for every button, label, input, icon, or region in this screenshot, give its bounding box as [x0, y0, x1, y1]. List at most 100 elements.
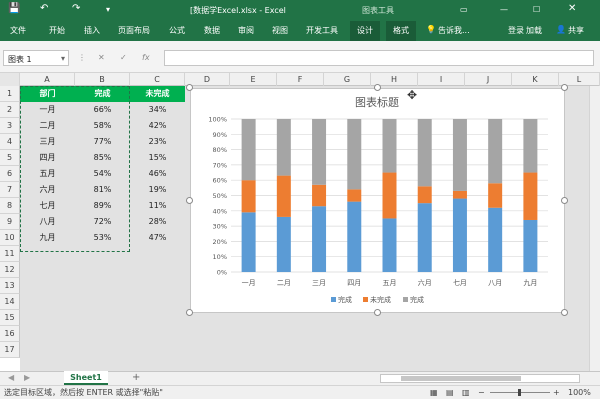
- row-header[interactable]: 10: [0, 230, 20, 246]
- tab-insert[interactable]: 插入: [84, 25, 100, 36]
- row-header[interactable]: 12: [0, 262, 20, 278]
- resize-handle[interactable]: [374, 84, 381, 91]
- column-header[interactable]: A: [20, 73, 75, 86]
- row-header[interactable]: 4: [0, 134, 20, 150]
- zoom-slider-thumb[interactable]: [518, 389, 521, 396]
- bar-segment: [347, 119, 362, 190]
- table-cell[interactable]: 34%: [130, 102, 185, 118]
- table-cell[interactable]: 47%: [130, 230, 185, 246]
- zoom-out-icon[interactable]: −: [478, 386, 485, 399]
- row-header[interactable]: 1: [0, 86, 20, 102]
- add-sheet-button[interactable]: +: [132, 372, 140, 383]
- horizontal-scrollbar[interactable]: [380, 374, 580, 383]
- tab-file[interactable]: 文件: [10, 25, 26, 36]
- bar-segment: [276, 175, 291, 217]
- resize-handle[interactable]: [561, 84, 568, 91]
- table-header-cell[interactable]: 未完成: [130, 86, 185, 102]
- normal-view-icon[interactable]: ▦: [430, 386, 438, 399]
- table-cell[interactable]: 19%: [130, 182, 185, 198]
- column-header[interactable]: E: [230, 73, 277, 86]
- select-all-corner[interactable]: [0, 73, 20, 86]
- vertical-scrollbar[interactable]: [589, 86, 600, 371]
- resize-handle[interactable]: [186, 197, 193, 204]
- tab-formulas[interactable]: 公式: [169, 25, 185, 36]
- table-cell[interactable]: 28%: [130, 214, 185, 230]
- row-header[interactable]: 5: [0, 150, 20, 166]
- tell-me-box[interactable]: 告诉我...: [438, 25, 470, 36]
- enter-icon[interactable]: ✓: [120, 53, 127, 62]
- table-cell[interactable]: 46%: [130, 166, 185, 182]
- formula-input[interactable]: [164, 50, 594, 66]
- column-header[interactable]: G: [324, 73, 371, 86]
- page-layout-view-icon[interactable]: ▤: [446, 386, 454, 399]
- row-header[interactable]: 9: [0, 214, 20, 230]
- row-header[interactable]: 7: [0, 182, 20, 198]
- column-header[interactable]: I: [418, 73, 465, 86]
- column-header[interactable]: B: [75, 73, 130, 86]
- tab-developer[interactable]: 开发工具: [306, 25, 338, 36]
- zoom-level[interactable]: 100%: [568, 386, 591, 399]
- close-icon[interactable]: ✕: [568, 3, 576, 14]
- maximize-icon[interactable]: ☐: [533, 5, 540, 14]
- table-cell[interactable]: 42%: [130, 118, 185, 134]
- redo-icon[interactable]: ↷: [72, 3, 80, 14]
- y-tick-label: 40%: [213, 207, 227, 215]
- scroll-left-icon[interactable]: ◀: [8, 373, 14, 382]
- row-header[interactable]: 3: [0, 118, 20, 134]
- table-cell[interactable]: 23%: [130, 134, 185, 150]
- undo-icon[interactable]: ↶: [40, 3, 48, 14]
- signin-link[interactable]: 登录: [508, 25, 524, 36]
- row-header[interactable]: 6: [0, 166, 20, 182]
- column-header[interactable]: J: [465, 73, 512, 86]
- tab-view[interactable]: 视图: [272, 25, 288, 36]
- table-cell[interactable]: 15%: [130, 150, 185, 166]
- scroll-right-icon[interactable]: ▶: [24, 373, 30, 382]
- addin-label[interactable]: 加载: [526, 25, 542, 36]
- cancel-icon[interactable]: ✕: [98, 53, 105, 62]
- column-header[interactable]: F: [277, 73, 324, 86]
- move-cursor-icon: ✥: [407, 88, 418, 102]
- row-header[interactable]: 8: [0, 198, 20, 214]
- ribbon-display-icon[interactable]: ▭: [460, 5, 468, 14]
- column-header[interactable]: K: [512, 73, 559, 86]
- resize-handle[interactable]: [186, 309, 193, 316]
- window-title: [数据学Excel.xlsx - Excel: [190, 6, 286, 15]
- sheet-tab-sheet1[interactable]: Sheet1: [64, 371, 108, 385]
- row-header[interactable]: 2: [0, 102, 20, 118]
- zoom-in-icon[interactable]: +: [553, 386, 560, 399]
- minimize-icon[interactable]: —: [500, 5, 508, 14]
- tab-format[interactable]: 格式: [386, 21, 416, 41]
- tab-data[interactable]: 数据: [204, 25, 220, 36]
- tab-design[interactable]: 设计: [350, 21, 380, 41]
- row-header[interactable]: 17: [0, 342, 20, 358]
- page-break-view-icon[interactable]: ▥: [462, 386, 470, 399]
- bar-segment: [347, 201, 362, 272]
- insert-function-icon[interactable]: fx: [142, 53, 150, 62]
- row-header[interactable]: 14: [0, 294, 20, 310]
- legend-swatch: [363, 297, 368, 302]
- tab-review[interactable]: 审阅: [238, 25, 254, 36]
- row-header[interactable]: 11: [0, 246, 20, 262]
- row-header[interactable]: 16: [0, 326, 20, 342]
- chevron-down-icon[interactable]: ▾: [61, 54, 65, 63]
- customize-qat-icon[interactable]: ▾: [106, 5, 110, 14]
- column-header[interactable]: C: [130, 73, 185, 86]
- bar-segment: [417, 186, 432, 204]
- share-button[interactable]: 共享: [568, 25, 584, 36]
- row-header[interactable]: 13: [0, 278, 20, 294]
- tab-page-layout[interactable]: 页面布局: [118, 25, 150, 36]
- chart-object[interactable]: 图表标题 0% 10% 20% 30% 40% 50% 60% 70% 80% 90% 100% 一月 二…: [190, 88, 565, 313]
- resize-handle[interactable]: [561, 197, 568, 204]
- share-icon[interactable]: 👤: [556, 25, 566, 34]
- row-header[interactable]: 15: [0, 310, 20, 326]
- title-bar: 💾 ↶ ↷ ▾ [数据学Excel.xlsx - Excel 图表工具 ▭ — …: [0, 0, 600, 21]
- save-icon[interactable]: 💾: [8, 3, 20, 14]
- name-box[interactable]: 图表 1 ▾: [3, 50, 69, 66]
- table-cell[interactable]: 11%: [130, 198, 185, 214]
- resize-handle[interactable]: [561, 309, 568, 316]
- resize-handle[interactable]: [186, 84, 193, 91]
- resize-handle[interactable]: [374, 309, 381, 316]
- legend-swatch: [331, 297, 336, 302]
- tab-home[interactable]: 开始: [49, 25, 65, 36]
- bar-segment: [523, 119, 538, 173]
